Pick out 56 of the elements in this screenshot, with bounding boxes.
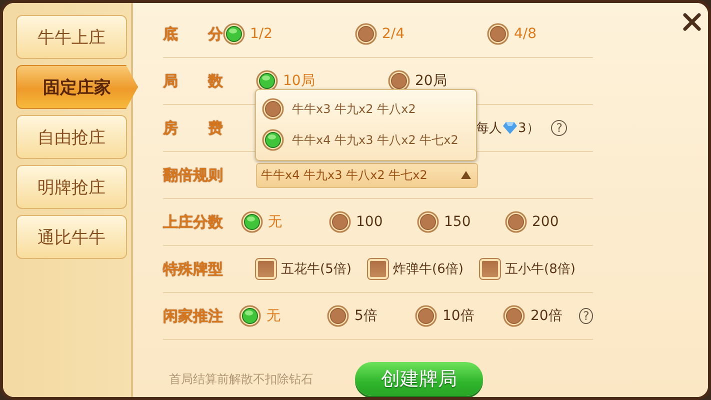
footer-note: 首局结算前解散不扣除钻石 <box>169 370 313 388</box>
radio-button[interactable] <box>505 211 527 233</box>
close-icon[interactable] <box>682 12 702 32</box>
radio-button[interactable] <box>415 305 438 327</box>
radio-button[interactable] <box>417 211 439 233</box>
sidebar-tab[interactable]: 通比牛牛 <box>16 215 127 259</box>
option-label: 五小牛(8倍) <box>505 261 576 278</box>
radio-button[interactable] <box>262 98 284 120</box>
option-label: 无 <box>268 213 282 231</box>
option-label: 1/2 <box>250 26 273 42</box>
sidebar-tab[interactable]: 固定庄家 <box>16 65 138 109</box>
menu-option-label: 牛牛x3 牛九x2 牛八x2 <box>292 100 416 118</box>
setting-label: 闲家推注 <box>163 306 224 326</box>
radio-button[interactable] <box>355 23 377 45</box>
fee-amount: 3） <box>518 120 540 137</box>
sidebar-tab[interactable]: 明牌抢庄 <box>16 165 127 209</box>
diamond-icon <box>503 122 517 134</box>
help-icon[interactable]: ? <box>551 120 568 136</box>
help-icon[interactable]: ? <box>579 308 593 324</box>
option-label: 150 <box>444 214 471 230</box>
setting-label: 上庄分数 <box>163 212 224 232</box>
radio-button[interactable] <box>223 23 245 45</box>
setting-label: 房 费 <box>163 118 224 138</box>
option-label: 10局 <box>283 72 315 90</box>
checkbox[interactable] <box>368 259 388 279</box>
sidebar-tab[interactable]: 自由抢庄 <box>16 115 127 159</box>
option-label: 5倍 <box>354 307 378 325</box>
option-label: 100 <box>356 214 383 230</box>
option-label: 五花牛(5倍) <box>281 261 352 278</box>
radio-button[interactable] <box>262 129 284 151</box>
option-label: 炸弹牛(6倍) <box>393 261 464 278</box>
option-label: 20局 <box>415 72 447 90</box>
setting-label: 局 数 <box>163 72 224 90</box>
radio-button[interactable] <box>241 211 263 233</box>
setting-label: 底 分 <box>163 24 223 44</box>
option-label: 无 <box>266 307 280 325</box>
setting-label: 特殊牌型 <box>163 260 224 278</box>
sidebar-tab[interactable]: 牛牛上庄 <box>16 15 127 59</box>
option-label: 10倍 <box>442 307 474 325</box>
checkbox[interactable] <box>256 259 276 279</box>
checkbox[interactable] <box>480 259 500 279</box>
radio-button[interactable] <box>239 305 262 327</box>
radio-button[interactable] <box>256 70 278 92</box>
caret-up-icon <box>461 171 471 179</box>
radio-button[interactable] <box>329 211 351 233</box>
radio-button[interactable] <box>487 23 509 45</box>
radio-button[interactable] <box>327 305 350 327</box>
dropdown[interactable]: 牛牛x4 牛九x3 牛八x2 牛七x2 <box>256 162 478 188</box>
fee-text: 每人 <box>476 120 502 137</box>
setting-label: 翻倍规则 <box>163 166 224 184</box>
option-label: 200 <box>532 214 559 230</box>
option-label: 4/8 <box>514 26 537 42</box>
option-label: 20倍 <box>530 307 562 325</box>
radio-button[interactable] <box>503 305 526 327</box>
option-label: 2/4 <box>382 26 405 42</box>
menu-option-label: 牛牛x4 牛九x3 牛八x2 牛七x2 <box>292 132 458 148</box>
